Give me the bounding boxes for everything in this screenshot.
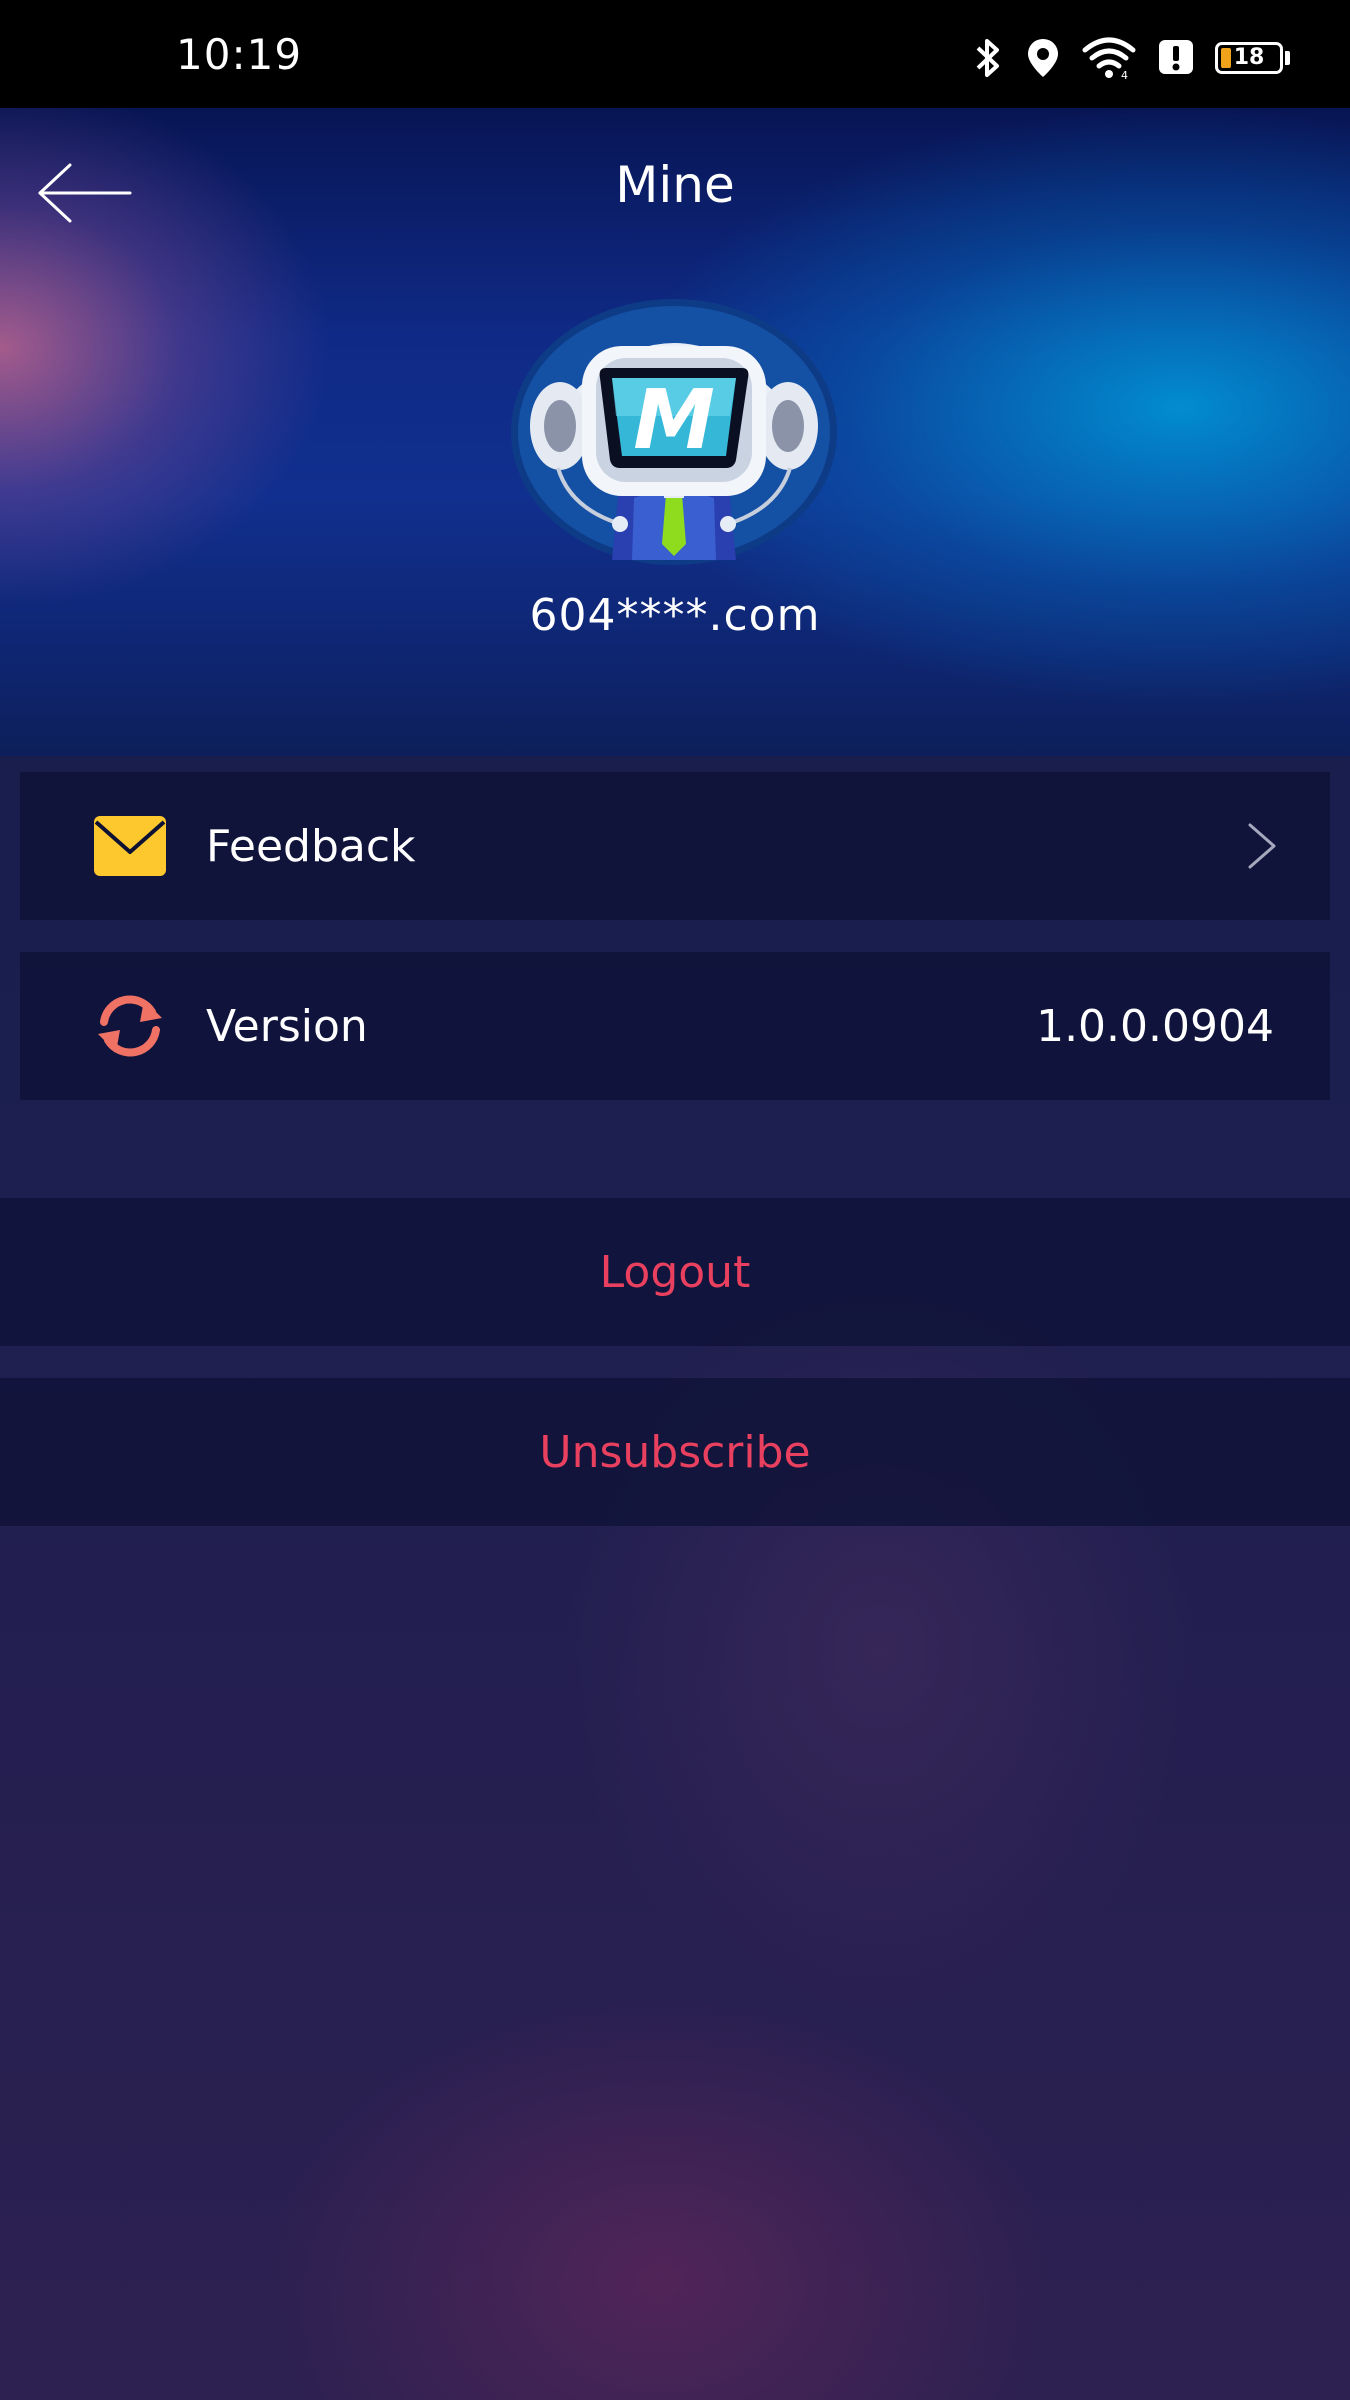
location-icon — [1028, 39, 1058, 77]
status-icons: 4 18 — [971, 36, 1290, 80]
battery-icon: 18 — [1215, 42, 1283, 74]
logout-button[interactable]: Logout — [0, 1198, 1350, 1346]
wifi-icon: 4 — [1082, 37, 1136, 80]
refresh-icon — [98, 995, 162, 1057]
mine-screen: 10:19 4 18 Mine M 604****.com Feedback V… — [0, 0, 1350, 2400]
chevron-right-icon — [1248, 823, 1276, 869]
logout-label: Logout — [599, 1246, 751, 1298]
envelope-icon — [94, 816, 166, 876]
version-label: Version — [206, 1000, 368, 1052]
unsubscribe-button[interactable]: Unsubscribe — [0, 1378, 1350, 1526]
page-title: Mine — [615, 156, 735, 214]
unsubscribe-label: Unsubscribe — [539, 1426, 811, 1478]
bluetooth-icon — [976, 39, 999, 77]
battery-level: 18 — [1233, 45, 1265, 70]
battery-tip — [1285, 51, 1290, 65]
version-value: 1.0.0.0904 — [1036, 1000, 1274, 1052]
feedback-label: Feedback — [206, 820, 416, 872]
profile-header: Mine M 604****.com — [0, 108, 1350, 756]
account-email: 604****.com — [529, 590, 821, 641]
status-bar: 10:19 4 18 — [0, 0, 1350, 108]
feedback-row[interactable]: Feedback — [20, 772, 1330, 920]
notification-alert-icon — [1159, 40, 1193, 74]
avatar-letter: M — [633, 373, 715, 468]
svg-text:4: 4 — [1121, 69, 1128, 80]
version-row: Version 1.0.0.0904 — [20, 952, 1330, 1100]
robot-mascot-avatar: M — [511, 299, 837, 565]
status-time: 10:19 — [176, 30, 303, 79]
